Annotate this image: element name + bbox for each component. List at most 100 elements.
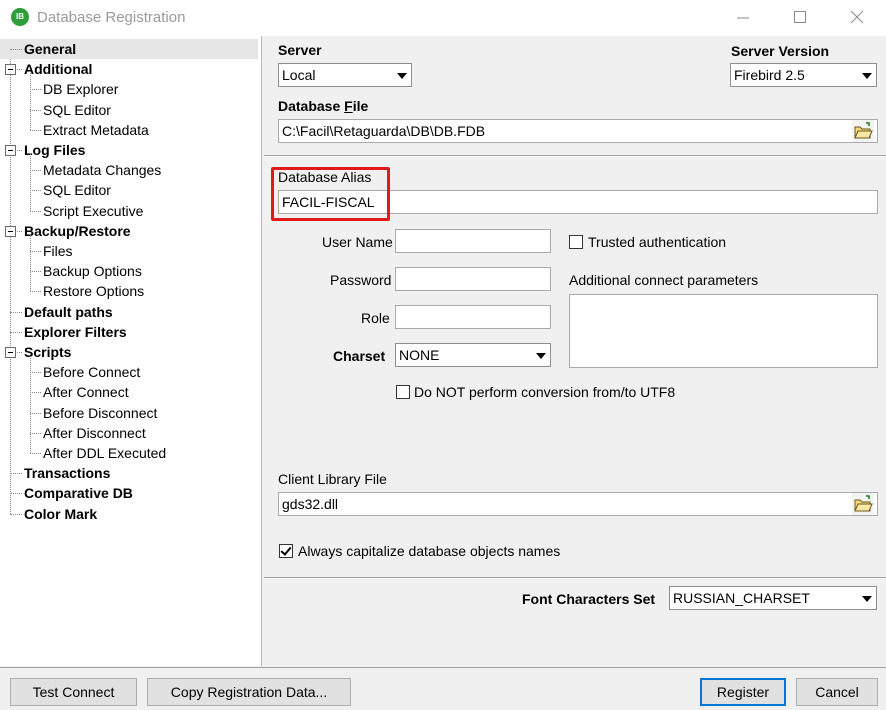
tree-connector xyxy=(10,49,11,514)
collapse-icon[interactable] xyxy=(5,145,16,156)
database-file-value: C:\Facil\Retaguarda\DB\DB.FDB xyxy=(282,123,486,139)
database-file-field[interactable]: C:\Facil\Retaguarda\DB\DB.FDB xyxy=(278,119,878,143)
open-folder-icon xyxy=(854,122,873,139)
tree-connector xyxy=(30,89,41,91)
chevron-down-icon[interactable] xyxy=(858,588,875,608)
tree-item-label: Restore Options xyxy=(43,283,145,300)
tree-item-label: Transactions xyxy=(24,465,111,482)
tree-item-label: Color Mark xyxy=(24,505,98,522)
title-bar: IB Database Registration xyxy=(0,0,886,36)
tree-connector xyxy=(10,493,22,495)
tree-item-label: Metadata Changes xyxy=(43,162,162,179)
role-label: Role xyxy=(361,310,390,326)
client-library-label: Client Library File xyxy=(278,471,387,487)
role-field[interactable] xyxy=(395,305,551,329)
chevron-down-icon[interactable] xyxy=(532,345,549,365)
server-select[interactable]: Local xyxy=(278,63,412,87)
tree-connector xyxy=(30,129,41,131)
trusted-auth-checkbox[interactable] xyxy=(569,235,583,249)
server-version-label: Server Version xyxy=(731,43,830,59)
tree-connector xyxy=(10,473,22,475)
settings-tree: General Additional DB Explorer SQL Editor Ex… xyxy=(0,36,262,666)
tree-connector xyxy=(30,234,31,292)
close-icon xyxy=(850,10,864,24)
collapse-icon[interactable] xyxy=(5,64,16,76)
tree-connector xyxy=(10,311,22,313)
tree-item-label: Default paths xyxy=(24,303,113,320)
user-name-label: User Name xyxy=(322,234,393,250)
tree-connector xyxy=(30,271,41,273)
browse-database-file-button[interactable] xyxy=(852,120,874,142)
collapse-icon[interactable] xyxy=(5,225,16,237)
tree-item-label: After Disconnect xyxy=(43,424,146,441)
always-capitalize-label: Always capitalize database objects names xyxy=(298,543,561,559)
cancel-button[interactable]: Cancel xyxy=(796,678,878,706)
tree-connector xyxy=(30,432,41,434)
tree-item-label: Before Connect xyxy=(43,364,141,381)
tree-item-label: After DDL Executed xyxy=(43,445,167,461)
trusted-auth-label: Trusted authentication xyxy=(588,234,727,250)
tree-item-label: Explorer Filters xyxy=(24,323,127,340)
tree-connector xyxy=(10,331,22,333)
footer-divider xyxy=(0,667,886,668)
client-library-value: gds32.dll xyxy=(282,496,339,512)
tree-connector xyxy=(30,190,41,192)
tree-item-label: Before Disconnect xyxy=(43,404,158,421)
tree-item-label: SQL Editor xyxy=(43,182,111,199)
tree-item[interactable]: General xyxy=(0,39,258,59)
browse-client-library-button[interactable] xyxy=(852,493,874,515)
section-divider xyxy=(264,155,886,157)
font-charset-select[interactable]: RUSSIAN_CHARSET xyxy=(669,586,877,610)
test-connect-button[interactable]: Test Connect xyxy=(10,678,137,706)
close-button[interactable] xyxy=(837,6,877,30)
minimize-button[interactable] xyxy=(723,6,763,30)
tree-connector xyxy=(30,356,31,453)
additional-params-label: Additional connect parameters xyxy=(569,272,759,288)
tree-connector xyxy=(30,73,31,130)
chevron-down-icon[interactable] xyxy=(858,65,875,85)
maximize-button[interactable] xyxy=(780,6,820,30)
server-value: Local xyxy=(282,67,316,83)
additional-params-field[interactable] xyxy=(569,294,878,368)
tree-connector xyxy=(30,170,41,172)
always-capitalize-checkbox[interactable] xyxy=(279,544,293,558)
tree-item-label: DB Explorer xyxy=(43,81,119,98)
client-library-field[interactable]: gds32.dll xyxy=(278,492,878,516)
tree-item-label: Scripts xyxy=(24,344,72,360)
tree-connector xyxy=(30,210,41,212)
charset-value: NONE xyxy=(399,347,440,363)
tree-connector xyxy=(30,412,41,414)
app-icon: IB xyxy=(11,8,29,26)
tree-item-label: Comparative DB xyxy=(24,485,133,502)
tree-connector xyxy=(30,453,41,454)
tree-connector xyxy=(17,150,22,151)
server-version-select[interactable]: Firebird 2.5 xyxy=(730,63,877,87)
font-charset-value: RUSSIAN_CHARSET xyxy=(673,590,810,606)
register-button[interactable]: Register xyxy=(700,678,786,706)
tree-connector xyxy=(30,372,41,374)
tree-connector xyxy=(10,513,22,515)
chevron-down-icon[interactable] xyxy=(393,65,410,85)
server-label: Server xyxy=(278,42,322,58)
tree-item-label: Script Executive xyxy=(43,202,144,219)
no-utf8-conversion-checkbox[interactable] xyxy=(396,385,410,399)
tree-connector xyxy=(30,154,31,211)
tree-connector xyxy=(17,69,22,71)
general-panel: Server Local Server Version Firebird 2.5… xyxy=(264,36,886,666)
user-name-field[interactable] xyxy=(395,229,551,253)
tree-connector xyxy=(17,352,22,353)
tree-item-label: General xyxy=(24,41,77,57)
maximize-icon xyxy=(794,11,806,23)
copy-registration-button[interactable]: Copy Registration Data... xyxy=(147,678,351,706)
tree-connector xyxy=(30,109,41,111)
font-charset-label: Font Characters Set xyxy=(522,591,656,607)
no-utf8-conversion-label: Do NOT perform conversion from/to UTF8 xyxy=(414,384,676,400)
charset-select[interactable]: NONE xyxy=(395,343,551,367)
tree-item-label: Extract Metadata xyxy=(43,121,149,138)
database-file-label: Database File xyxy=(278,98,369,114)
section-divider xyxy=(264,577,886,579)
collapse-icon[interactable] xyxy=(5,347,16,358)
server-version-value: Firebird 2.5 xyxy=(734,67,805,83)
tree-connector xyxy=(17,230,22,232)
password-field[interactable] xyxy=(395,267,551,291)
